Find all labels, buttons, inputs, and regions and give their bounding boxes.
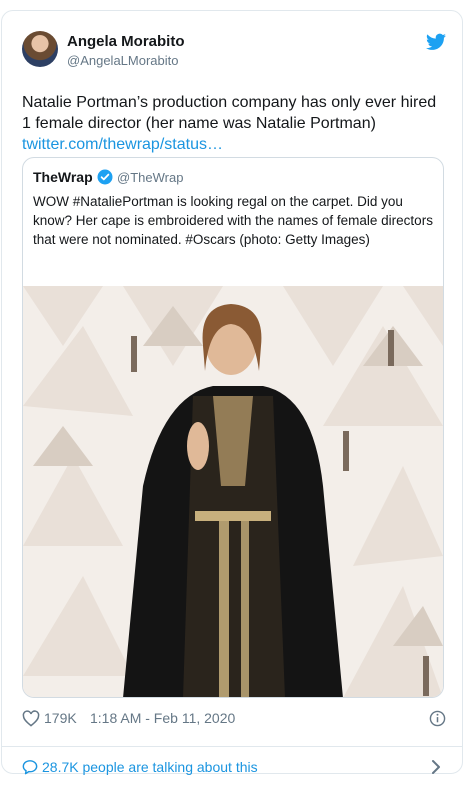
conversation-link[interactable]: 28.7K people are talking about this <box>22 749 447 783</box>
tweet-timestamp[interactable]: 1:18 AM - Feb 11, 2020 <box>90 710 235 726</box>
verified-badge-icon <box>97 169 113 185</box>
tweet-text: Natalie Portman’s production company has… <box>22 94 437 132</box>
info-icon[interactable] <box>429 710 446 727</box>
embedded-tweet-card: Angela Morabito @AngelaLMorabito Natalie… <box>1 10 463 775</box>
avatar[interactable] <box>22 31 58 67</box>
quoted-author-handle[interactable]: @TheWrap <box>117 170 183 185</box>
red-carpet-photo <box>23 286 443 697</box>
conversation-label[interactable]: 28.7K people are talking about this <box>42 759 258 775</box>
author-name[interactable]: Angela Morabito <box>67 33 185 50</box>
tweet-body: Natalie Portman’s production company has… <box>22 92 447 155</box>
author-handle[interactable]: @AngelaLMorabito <box>67 53 178 68</box>
twitter-bird-icon[interactable] <box>426 33 446 51</box>
heart-icon[interactable] <box>22 710 40 727</box>
tweet-link[interactable]: twitter.com/thewrap/status… <box>22 134 447 155</box>
footer-divider <box>2 746 462 747</box>
tweet-photo[interactable] <box>23 286 443 697</box>
quoted-tweet[interactable]: TheWrap @TheWrap WOW #NataliePortman is … <box>22 157 444 698</box>
quoted-author-name[interactable]: TheWrap <box>33 169 93 185</box>
chevron-right-icon[interactable] <box>430 759 442 775</box>
speech-bubble-icon <box>22 760 38 775</box>
like-count[interactable]: 179K <box>44 710 77 726</box>
quoted-tweet-text: WOW #NataliePortman is looking regal on … <box>33 194 433 247</box>
tweet-meta: 179K 1:18 AM - Feb 11, 2020 <box>22 709 447 729</box>
